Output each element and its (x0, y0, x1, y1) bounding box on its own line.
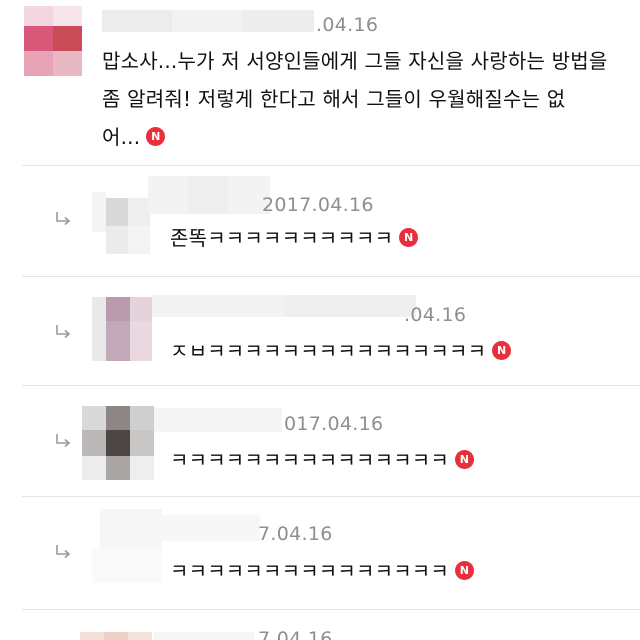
new-badge-icon: N (492, 341, 512, 360)
reply-item: 2017.04.16 존똑ㅋㅋㅋㅋㅋㅋㅋㅋㅋㅋ N (0, 166, 640, 276)
reply-text: ㅋㅋㅋㅋㅋㅋㅋㅋㅋㅋㅋㅋㅋㅋㅋ N (170, 445, 474, 475)
avatar[interactable] (24, 6, 82, 76)
avatar[interactable] (92, 297, 152, 361)
reply-text: 존똑ㅋㅋㅋㅋㅋㅋㅋㅋㅋㅋ N (170, 223, 419, 253)
comment-line: 맙소사...누가 저 서양인들에게 그들 자신을 사랑하는 방법을 (102, 49, 608, 73)
reply-date: 017.04.16 (284, 413, 384, 435)
comment-date: .04.16 (316, 14, 379, 36)
username-blurred[interactable] (160, 515, 260, 543)
reply-date: 2017.04.16 (262, 194, 374, 216)
username-blurred[interactable] (152, 295, 416, 321)
reply-item: 7.04.16 (0, 610, 640, 640)
comment-line: 어... N (102, 122, 607, 152)
reply-text: ㅈㅂㅋㅋㅋㅋㅋㅋㅋㅋㅋㅋㅋㅋㅋㅋㅋ N (170, 336, 512, 366)
reply-arrow-icon (56, 212, 71, 226)
username-blurred[interactable] (154, 408, 282, 434)
username-blurred[interactable] (148, 176, 270, 216)
comment-text: 맙소사...누가 저 서양인들에게 그들 자신을 사랑하는 방법을 좀 알려줘!… (102, 46, 607, 152)
avatar[interactable] (80, 632, 152, 640)
comment-item: .04.16 맙소사...누가 저 서양인들에게 그들 자신을 사랑하는 방법을… (0, 0, 640, 165)
username-blurred[interactable] (102, 6, 314, 36)
reply-date: 7.04.16 (258, 628, 333, 640)
reply-arrow-icon (56, 325, 71, 339)
new-badge-icon: N (146, 127, 166, 146)
reply-arrow-icon (56, 434, 71, 448)
new-badge-icon: N (399, 228, 419, 247)
new-badge-icon: N (455, 450, 474, 469)
avatar[interactable] (92, 192, 150, 254)
avatar[interactable] (82, 406, 154, 480)
avatar[interactable] (92, 509, 162, 583)
reply-date: 7.04.16 (258, 523, 333, 545)
reply-date: .04.16 (404, 304, 467, 326)
reply-item: .04.16 ㅈㅂㅋㅋㅋㅋㅋㅋㅋㅋㅋㅋㅋㅋㅋㅋㅋ N (0, 277, 640, 385)
reply-item: 7.04.16 ㅋㅋㅋㅋㅋㅋㅋㅋㅋㅋㅋㅋㅋㅋㅋ N (0, 497, 640, 609)
comment-line: 좀 알려줘! 저렇게 한다고 해서 그들이 우월해질수는 없 (102, 87, 566, 111)
reply-item: 017.04.16 ㅋㅋㅋㅋㅋㅋㅋㅋㅋㅋㅋㅋㅋㅋㅋ N (0, 386, 640, 496)
reply-arrow-icon (56, 545, 71, 559)
reply-text: ㅋㅋㅋㅋㅋㅋㅋㅋㅋㅋㅋㅋㅋㅋㅋ N (170, 556, 474, 586)
username-blurred[interactable] (154, 632, 254, 640)
new-badge-icon: N (455, 561, 474, 580)
